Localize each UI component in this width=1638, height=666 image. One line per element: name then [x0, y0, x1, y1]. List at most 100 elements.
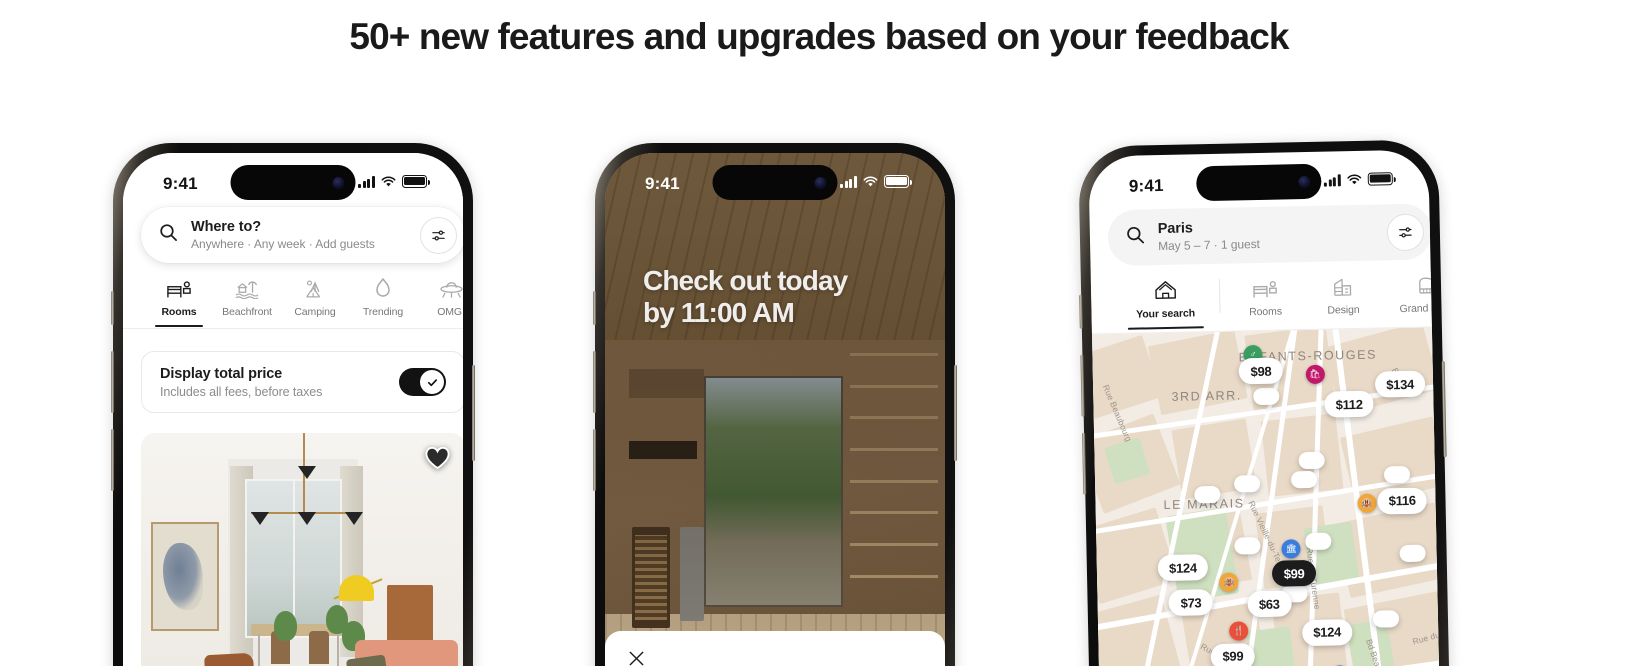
cellular-signal-icon [358, 176, 375, 188]
price-pin-empty[interactable] [1305, 532, 1332, 551]
design-building-icon [1331, 273, 1355, 297]
filter-icon [432, 229, 445, 241]
price-pin-empty[interactable] [1233, 536, 1261, 555]
dynamic-island [1195, 163, 1322, 202]
toggle-card-subtitle: Includes all fees, before taxes [160, 384, 323, 399]
tab-label: OMG! [437, 306, 463, 318]
price-pin[interactable]: $73 [1168, 589, 1214, 617]
filter-button[interactable] [1386, 213, 1425, 251]
phone-1-screen: 9:41 Where to? Anywhere · Any week · Add… [123, 153, 463, 666]
category-tabs[interactable]: Rooms Beachfront Camping Trending OMG! [123, 275, 463, 329]
heart-filled-icon[interactable] [424, 445, 451, 475]
tab-beachfront[interactable]: Beachfront [213, 275, 281, 318]
dynamic-island [712, 165, 838, 200]
page-title: 50+ new features and upgrades based on y… [349, 16, 1289, 57]
mute-switch[interactable] [593, 291, 596, 325]
search-icon [159, 223, 178, 247]
phone-mockup-2: 9:41 Check out today by 11:00 AM [593, 143, 957, 666]
tent-icon [303, 275, 327, 299]
price-pin-empty[interactable] [1193, 486, 1221, 504]
power-button[interactable] [472, 365, 475, 461]
tab-camping[interactable]: Camping [281, 275, 349, 318]
price-pin[interactable]: $124 [1157, 554, 1209, 582]
price-pin-empty[interactable] [1290, 470, 1317, 489]
front-camera-icon [814, 176, 827, 189]
tab-trending[interactable]: Trending [349, 275, 417, 318]
price-pin[interactable]: $112 [1324, 390, 1374, 418]
filter-button[interactable] [420, 216, 457, 254]
tab-rooms[interactable]: Rooms [145, 275, 213, 327]
status-indicators [840, 175, 912, 188]
volume-up-button[interactable] [111, 351, 114, 413]
battery-icon [1367, 172, 1393, 186]
front-camera-icon [1298, 175, 1311, 188]
power-button[interactable] [1441, 361, 1447, 458]
tab-label: Camping [294, 306, 336, 318]
search-title: Where to? [191, 218, 261, 235]
search-bar[interactable]: Paris May 5 – 7 · 1 guest [1107, 203, 1433, 267]
price-pin[interactable]: $98 [1238, 357, 1284, 385]
price-pin-empty[interactable] [1234, 474, 1261, 493]
status-bar: 9:41 [605, 153, 945, 207]
price-pin-selected[interactable]: $99 [1271, 560, 1317, 588]
display-total-price-toggle[interactable] [399, 368, 446, 396]
search-bar[interactable]: Where to? Anywhere · Any week · Add gues… [141, 207, 463, 263]
tab-your-search[interactable]: Your search [1117, 276, 1214, 321]
tab-divider [1218, 278, 1221, 313]
price-pin[interactable]: $63 [1246, 590, 1292, 618]
price-pin-empty[interactable] [1252, 387, 1280, 406]
volume-down-button[interactable] [593, 429, 596, 491]
tab-design[interactable]: Design [1304, 272, 1383, 317]
checkout-heading-line-1: Check out today [643, 265, 848, 296]
close-x-icon[interactable] [627, 649, 647, 666]
restaurant-poi[interactable]: 🍴 [1228, 621, 1249, 641]
volume-down-button[interactable] [1082, 432, 1087, 495]
bed-room-icon [167, 275, 191, 299]
status-time: 9:41 [645, 174, 680, 193]
phone-mockup-1: 9:41 Where to? Anywhere · Any week · Add… [111, 143, 475, 666]
price-pin[interactable]: $116 [1377, 487, 1427, 515]
beach-hut-icon [235, 275, 259, 299]
status-time: 9:41 [163, 174, 198, 193]
tab-label: Trending [362, 306, 404, 318]
battery-icon [402, 175, 430, 188]
search-icon [1126, 225, 1145, 249]
toggle-card-title: Display total price [160, 365, 283, 382]
tab-label: Grand pianos [1399, 301, 1444, 316]
listing-card[interactable] [141, 433, 463, 666]
category-tabs[interactable]: Your search Rooms Design Grand pianos [1090, 271, 1443, 335]
tab-rooms[interactable]: Rooms [1226, 274, 1305, 319]
volume-up-button[interactable] [1080, 354, 1085, 417]
wifi-icon [381, 176, 396, 188]
price-pin-empty[interactable] [1383, 466, 1411, 484]
display-total-price-card[interactable]: Display total price Includes all fees, b… [141, 351, 463, 413]
status-bar: 9:41 [123, 153, 463, 207]
tab-label: Rooms [1249, 305, 1283, 319]
mute-switch[interactable] [1079, 294, 1083, 329]
wifi-icon [1347, 173, 1362, 185]
price-pin-empty[interactable] [1373, 609, 1400, 628]
tab-grand-pianos[interactable]: Grand pianos [1382, 270, 1444, 316]
tab-omg[interactable]: OMG! [417, 275, 463, 318]
tab-label: Rooms [161, 306, 197, 318]
status-indicators [1324, 172, 1393, 187]
volume-up-button[interactable] [593, 351, 596, 413]
shopping-poi[interactable]: 🛍 [1305, 364, 1325, 385]
volume-down-button[interactable] [111, 429, 114, 491]
mute-switch[interactable] [111, 291, 114, 325]
phone-2-screen: 9:41 Check out today by 11:00 AM [605, 153, 945, 666]
toggle-card-text: Display total price Includes all fees, b… [160, 366, 399, 399]
search-text: Paris May 5 – 7 · 1 guest [1158, 216, 1388, 253]
photo-scrim [605, 153, 945, 666]
power-button[interactable] [954, 365, 957, 461]
bed-room-icon [1253, 275, 1277, 299]
checkout-bottom-sheet: How to check out Throw trash away Turn t… [605, 631, 945, 666]
price-pin-empty[interactable] [1298, 451, 1325, 470]
checkout-heading-line-2: by 11:00 AM [643, 297, 795, 329]
price-pin[interactable]: $134 [1375, 370, 1426, 398]
price-pin-empty[interactable] [1399, 544, 1426, 562]
price-pin[interactable]: $99 [1210, 642, 1256, 666]
price-pin[interactable]: $124 [1302, 619, 1353, 647]
map-view[interactable]: ENFANTS-ROUGES 3RD ARR. LE MARAIS Rue Be… [1091, 327, 1444, 666]
phone-mockup-3: 9:41 Paris May 5 – 7 · 1 guest Your sear… [1078, 139, 1454, 666]
